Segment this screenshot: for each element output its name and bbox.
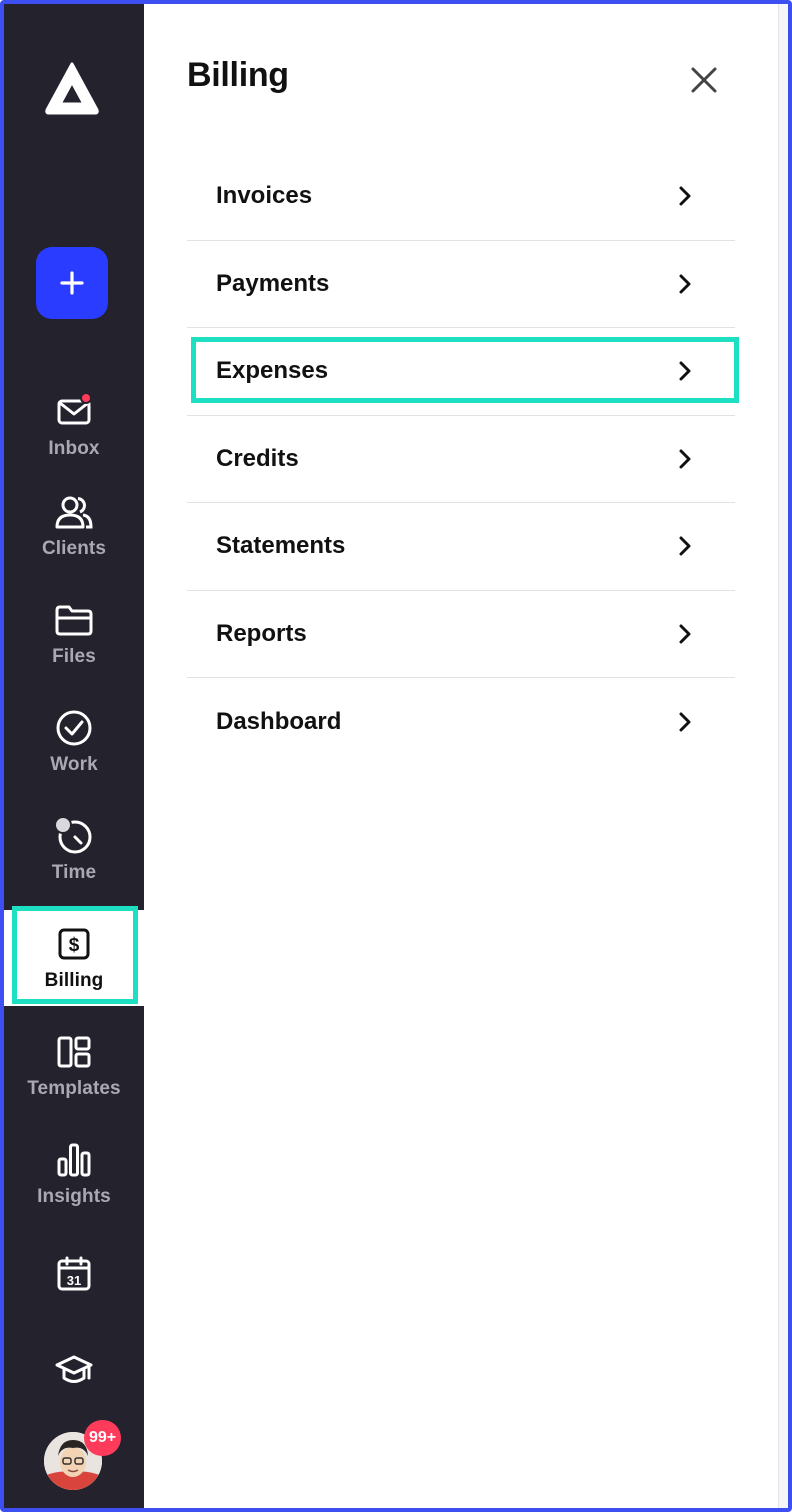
menu-item-label: Payments	[216, 269, 330, 297]
menu-item-reports[interactable]: Reports	[187, 591, 735, 678]
plus-icon	[60, 271, 84, 295]
sidebar-item-files[interactable]: Files	[4, 586, 144, 682]
sidebar-item-label: Billing	[44, 970, 104, 991]
chevron-right-icon	[675, 361, 695, 381]
app-logo-icon	[45, 62, 99, 115]
sidebar-item-label: Files	[52, 646, 96, 667]
sidebar-item-label: Inbox	[48, 438, 100, 459]
sidebar-item-billing[interactable]: $ Billing	[4, 910, 144, 1006]
add-button[interactable]	[36, 247, 108, 319]
menu-item-label: Expenses	[216, 357, 329, 385]
close-icon	[691, 67, 717, 93]
graduation-cap-icon	[54, 1350, 94, 1390]
chevron-right-icon	[675, 186, 695, 206]
svg-text:31: 31	[67, 1273, 81, 1288]
app-window: Inbox Clients Files Work Time $ Billing …	[0, 0, 792, 1512]
menu-item-label: Statements	[216, 532, 346, 560]
check-circle-icon	[54, 708, 94, 748]
billing-menu: Invoices Payments Expenses Credits State…	[187, 153, 735, 766]
layout-icon	[54, 1032, 94, 1072]
menu-item-label: Credits	[216, 444, 299, 472]
sidebar-item-label: Time	[51, 862, 97, 883]
notification-count-badge: 99+	[84, 1420, 122, 1456]
close-button[interactable]	[684, 60, 724, 100]
sidebar-item-label: Clients	[41, 538, 107, 559]
menu-item-label: Invoices	[216, 182, 313, 210]
chevron-right-icon	[675, 712, 695, 732]
sidebar-item-label: Insights	[37, 1186, 111, 1207]
menu-item-expenses[interactable]: Expenses	[187, 328, 735, 416]
folder-icon	[54, 600, 94, 640]
sidebar-item-time[interactable]: Time	[4, 802, 144, 898]
sidebar-item-label: Templates	[27, 1078, 121, 1099]
dollar-icon: $	[54, 924, 94, 964]
users-icon	[54, 492, 94, 532]
sidebar-item-calendar[interactable]: 31	[4, 1226, 144, 1322]
chevron-right-icon	[675, 536, 695, 556]
background-content-edge	[778, 4, 788, 1508]
menu-item-label: Reports	[216, 619, 307, 647]
mail-icon	[54, 392, 94, 432]
sidebar-item-work[interactable]: Work	[4, 694, 144, 790]
chevron-right-icon	[675, 274, 695, 294]
chevron-right-icon	[675, 624, 695, 644]
sidebar-item-templates[interactable]: Templates	[4, 1018, 144, 1114]
sidebar-item-academy[interactable]	[4, 1322, 144, 1418]
menu-item-payments[interactable]: Payments	[187, 241, 735, 328]
sidebar: Inbox Clients Files Work Time $ Billing …	[4, 4, 144, 1508]
sidebar-item-clients[interactable]: Clients	[4, 478, 144, 574]
timer-icon	[54, 816, 94, 856]
svg-text:$: $	[69, 935, 80, 956]
menu-item-dashboard[interactable]: Dashboard	[187, 678, 735, 766]
bar-chart-icon	[54, 1140, 94, 1180]
notification-dot	[80, 392, 92, 404]
menu-item-statements[interactable]: Statements	[187, 503, 735, 591]
menu-item-label: Dashboard	[216, 707, 342, 735]
panel-title: Billing	[187, 56, 289, 94]
app-logo[interactable]	[40, 56, 104, 120]
menu-item-invoices[interactable]: Invoices	[187, 153, 735, 241]
sidebar-item-label: Work	[50, 754, 98, 775]
sidebar-item-inbox[interactable]: Inbox	[4, 378, 144, 474]
billing-panel: Billing Invoices Payments Expenses Credi…	[144, 4, 778, 1508]
chevron-right-icon	[675, 449, 695, 469]
calendar-icon: 31	[54, 1254, 94, 1294]
sidebar-item-insights[interactable]: Insights	[4, 1126, 144, 1222]
menu-item-credits[interactable]: Credits	[187, 416, 735, 503]
